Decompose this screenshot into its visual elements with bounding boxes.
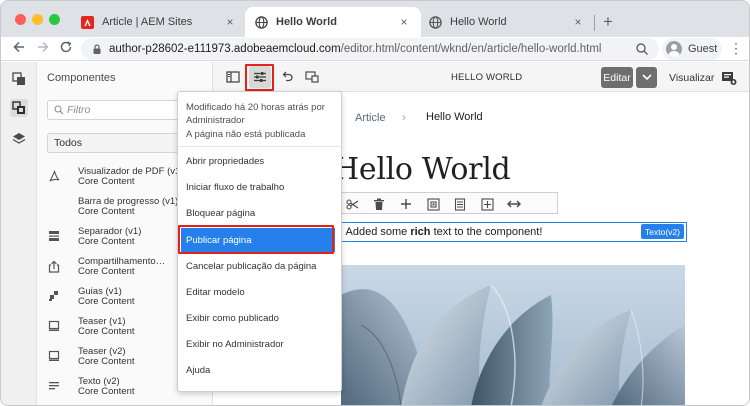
breadcrumb-parent[interactable]: Article [355, 112, 386, 124]
highlight-box [245, 64, 274, 91]
lock-icon [93, 44, 101, 54]
menu-item-help[interactable]: Ajuda [178, 358, 341, 382]
close-icon[interactable]: × [571, 15, 585, 29]
publish-status: A página não está publicada [186, 129, 306, 140]
preview-button[interactable]: Visualizar [669, 72, 714, 84]
emulator-icon[interactable] [301, 66, 323, 88]
page-heading[interactable]: Hello World [333, 152, 511, 187]
components-icon[interactable] [10, 99, 28, 117]
maximize-window-button[interactable] [49, 14, 60, 25]
component-badge: Texto(v2) [641, 224, 684, 239]
text-component[interactable]: ! Added some rich text to the component!… [336, 222, 687, 242]
url-host: author-p28602-e111973.adobeaemcloud.com [109, 43, 341, 55]
edit-text-icon[interactable] [452, 196, 468, 212]
minimize-window-button[interactable] [32, 14, 43, 25]
panel-title: Componentes [47, 72, 116, 84]
modified-info: Modificado há 20 horas atrás por [186, 102, 325, 113]
menu-item-edit-template[interactable]: Editar modelo [178, 280, 341, 304]
component-group-value: Todos [54, 137, 83, 149]
assets-icon[interactable] [10, 70, 28, 88]
insert-icon[interactable] [398, 196, 414, 212]
component-group: Core Content [78, 386, 135, 397]
component-group: Core Content [78, 176, 135, 187]
component-group: Core Content [78, 356, 135, 367]
undo-icon[interactable] [276, 66, 298, 88]
layout-icon[interactable] [479, 196, 495, 212]
editor-toolbar: HELLO WORLD Editar Visualizar [213, 62, 749, 92]
url-path: /editor.html/content/wknd/en/article/hel… [340, 43, 602, 55]
text-bold: rich [410, 226, 431, 238]
mode-dropdown-button[interactable] [636, 67, 657, 88]
menu-item-view-in-admin[interactable]: Exibir no Administrador [178, 332, 341, 356]
cut-icon[interactable] [344, 196, 360, 212]
component-group: Core Content [78, 206, 135, 217]
tab-title: Hello World [450, 16, 507, 28]
component-group: Core Content [78, 266, 135, 277]
divider [178, 146, 341, 147]
tab-article-aem-sites[interactable]: Article | AEM Sites × [71, 7, 247, 37]
adobe-icon [81, 15, 94, 29]
filter-placeholder: Filtro [67, 104, 91, 116]
highlight-box [178, 225, 334, 254]
text-after: text to the component! [430, 226, 543, 238]
component-toolbar [336, 192, 558, 214]
new-tab-button[interactable]: + [599, 13, 617, 31]
reload-icon[interactable] [58, 40, 74, 56]
resize-icon[interactable] [506, 196, 522, 212]
separator-icon [47, 229, 61, 243]
breadcrumb-separator: › [402, 110, 406, 124]
search-icon [54, 105, 64, 115]
url-text: author-p28602-e111973.adobeaemcloud.com/… [109, 43, 601, 55]
tabs-icon [47, 289, 61, 303]
tab-hello-world-active[interactable]: Hello World × [245, 7, 421, 37]
address-bar[interactable]: author-p28602-e111973.adobeaemcloud.com/… [81, 38, 659, 60]
tab-title: Hello World [276, 16, 337, 28]
globe-icon [429, 15, 442, 29]
tab-hello-world[interactable]: Hello World × [419, 7, 595, 37]
side-panel-toggle-icon[interactable] [222, 66, 244, 88]
page-title: HELLO WORLD [451, 72, 523, 83]
menu-item-view-as-published[interactable]: Exibir como publicado [178, 306, 341, 330]
layers-icon[interactable] [10, 130, 28, 148]
text-before: ! Added some [340, 226, 411, 238]
modified-by: Administrador [186, 115, 245, 126]
profile-label: Guest [688, 43, 718, 55]
forward-icon[interactable] [35, 40, 51, 56]
page-info-popover: Modificado há 20 horas atrás por Adminis… [177, 91, 342, 392]
avatar [666, 41, 682, 57]
browser-window: Article | AEM Sites × Hello World × Hell… [0, 0, 750, 406]
tab-title: Article | AEM Sites [102, 16, 193, 28]
close-icon[interactable]: × [223, 15, 237, 29]
tab-strip: Article | AEM Sites × Hello World × Hell… [1, 1, 749, 37]
teaser-icon [47, 349, 61, 363]
menu-item-open-properties[interactable]: Abrir propriedades [178, 149, 341, 173]
component-group: Core Content [78, 296, 135, 307]
browser-toolbar: author-p28602-e111973.adobeaemcloud.com/… [1, 37, 749, 61]
article-image[interactable] [341, 265, 685, 405]
menu-item-start-workflow[interactable]: Iniciar fluxo de trabalho [178, 175, 341, 199]
profile-button[interactable]: Guest [662, 38, 722, 60]
globe-icon [255, 15, 268, 29]
text-icon [47, 379, 61, 393]
side-rail [1, 62, 37, 405]
close-window-button[interactable] [15, 14, 26, 25]
tab-separator [594, 15, 595, 31]
share-icon [47, 259, 61, 273]
search-icon[interactable] [635, 42, 649, 56]
pdf-icon [47, 169, 61, 183]
teaser-icon [47, 319, 61, 333]
more-menu-icon[interactable]: ⋮ [729, 41, 743, 57]
menu-item-unpublish-page[interactable]: Cancelar publicação da página [178, 254, 341, 278]
back-icon[interactable] [11, 40, 27, 56]
menu-item-lock-page[interactable]: Bloquear página [178, 201, 341, 225]
breadcrumb-current: Hello World [426, 111, 483, 123]
edit-mode-button[interactable]: Editar [601, 67, 633, 88]
component-group: Core Content [78, 236, 135, 247]
configure-icon[interactable] [425, 196, 441, 212]
component-group: Core Content [78, 326, 135, 337]
close-icon[interactable]: × [397, 15, 411, 29]
delete-icon[interactable] [371, 196, 387, 212]
annotations-icon[interactable] [721, 70, 737, 86]
progress-icon [47, 199, 61, 213]
